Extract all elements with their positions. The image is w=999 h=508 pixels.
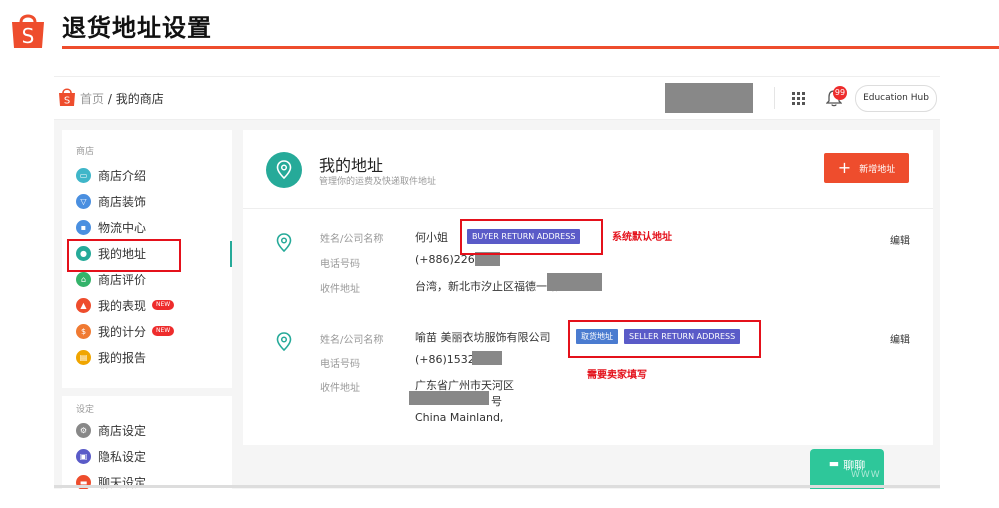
annotation-box-my-address	[67, 239, 181, 272]
breadcrumb-current: 我的商店	[115, 92, 164, 106]
sidebar-item-label: 商店介绍	[98, 168, 147, 183]
redacted-account-name	[665, 83, 753, 113]
edit-address-link[interactable]: 编辑	[890, 232, 910, 247]
address-value-line2: 号	[491, 395, 502, 408]
education-hub-button[interactable]: Education Hub	[855, 85, 937, 112]
lock-icon: ▣	[76, 448, 91, 464]
address-value-line3: China Mainland,	[415, 411, 504, 424]
address-pin-icon	[276, 233, 292, 253]
watermark-text: WWW	[851, 470, 881, 480]
slide-title: 退货地址设置	[62, 14, 212, 42]
add-address-label: 新增地址	[859, 164, 896, 175]
page-subtitle: 管理你的运费及快递取件地址	[319, 177, 437, 187]
name-label: 姓名/公司名称	[320, 335, 384, 346]
breadcrumb-separator: /	[104, 92, 116, 106]
brush-icon: ▽	[76, 193, 91, 209]
sidebar-item-label: 我的计分	[98, 324, 147, 339]
new-badge: NEW	[152, 326, 175, 336]
sidebar-item-my-score[interactable]: $ 我的计分 NEW	[76, 320, 226, 342]
sidebar-item-my-report[interactable]: ▤ 我的报告	[76, 346, 226, 368]
annotation-seller-fill: 需要卖家填写	[587, 370, 647, 381]
star-icon: ⌂	[76, 271, 91, 287]
sidebar-item-my-performance[interactable]: ▲ 我的表现 NEW	[76, 294, 226, 316]
address-header-pin-icon	[266, 152, 302, 188]
header-divider	[243, 208, 933, 209]
sidebar-item-label: 物流中心	[98, 220, 147, 235]
frame-bottom-edge	[54, 485, 940, 488]
sidebar-item-label: 商店评价	[98, 272, 147, 287]
sidebar-item-label: 商店设定	[98, 423, 147, 438]
chat-bubble-icon: ▬	[828, 457, 840, 470]
seller-center-screenshot: S 首页 / 我的商店 99 Education Hub 商店 ▭ 商店介绍 ▽…	[54, 76, 940, 489]
sidebar-item-label: 商店装饰	[98, 194, 147, 209]
page-title: 我的地址	[319, 156, 384, 175]
id-card-icon: ▭	[76, 167, 91, 183]
annotation-box-seller-return	[568, 320, 761, 358]
edit-address-link[interactable]: 编辑	[890, 331, 910, 346]
new-badge: NEW	[152, 300, 175, 310]
svg-text:S: S	[22, 24, 35, 48]
add-address-button[interactable]: + 新增地址	[824, 153, 909, 183]
sidebar-section-store: 商店	[76, 147, 95, 157]
sidebar-divider	[62, 388, 232, 396]
redacted-address	[409, 391, 489, 405]
breadcrumb: 首页 / 我的商店	[80, 90, 164, 107]
svg-text:S: S	[64, 96, 70, 107]
phone-label: 电话号码	[320, 259, 360, 270]
report-icon: ▤	[76, 349, 91, 365]
sidebar-item-label: 我的报告	[98, 350, 147, 365]
apps-grid-icon[interactable]	[792, 92, 805, 105]
address-pin-icon	[276, 332, 292, 352]
redacted-phone	[472, 351, 502, 365]
annotation-box-buyer-return	[460, 219, 603, 255]
chart-icon: ▲	[76, 297, 91, 313]
sidebar-item-privacy-settings[interactable]: ▣ 隐私设定	[76, 445, 226, 467]
slide-title-underline	[62, 46, 999, 49]
name-value: 喻苗 美丽衣坊服饰有限公司	[415, 331, 551, 344]
breadcrumb-home[interactable]: 首页	[80, 92, 104, 106]
redacted-address	[547, 273, 602, 291]
phone-label: 电话号码	[320, 359, 360, 370]
sidebar-item-shop-profile[interactable]: ▭ 商店介绍	[76, 164, 226, 186]
sidebar-section-settings: 设定	[76, 405, 95, 415]
sidebar-item-label: 隐私设定	[98, 449, 147, 464]
sidebar-active-indicator	[230, 241, 232, 267]
address-label: 收件地址	[320, 284, 360, 295]
top-bar: S 首页 / 我的商店 99 Education Hub	[54, 77, 940, 120]
sidebar: 商店 ▭ 商店介绍 ▽ 商店装饰 ▪ 物流中心 ● 我的地址 ⌂ 商店评价 ▲ …	[62, 130, 232, 489]
address-value: 台湾，新北市汐止区福德一路	[415, 280, 558, 293]
shopee-bag-logo-icon: S	[12, 14, 44, 48]
sidebar-item-logistics[interactable]: ▪ 物流中心	[76, 216, 226, 238]
slide-header: S 退货地址设置	[0, 0, 999, 52]
sidebar-item-shop-settings[interactable]: ⚙ 商店设定	[76, 419, 226, 441]
score-icon: $	[76, 323, 91, 339]
address-label: 收件地址	[320, 383, 360, 394]
name-label: 姓名/公司名称	[320, 234, 384, 245]
chat-button[interactable]: ▬ 聊聊	[810, 449, 884, 489]
annotation-system-default: 系统默认地址	[612, 232, 672, 243]
sidebar-item-label: 我的表现	[98, 298, 147, 313]
gear-icon: ⚙	[76, 422, 91, 438]
shopee-logo-icon[interactable]: S	[58, 87, 76, 107]
name-value: 何小姐	[415, 231, 448, 244]
plus-icon: +	[837, 158, 852, 177]
truck-icon: ▪	[76, 219, 91, 235]
sidebar-item-shop-decoration[interactable]: ▽ 商店装饰	[76, 190, 226, 212]
my-address-panel: 我的地址 管理你的运费及快递取件地址 + 新增地址 姓名/公司名称 何小姐 BU…	[243, 130, 933, 445]
notification-count-badge: 99	[833, 86, 847, 100]
topbar-divider	[774, 87, 775, 109]
